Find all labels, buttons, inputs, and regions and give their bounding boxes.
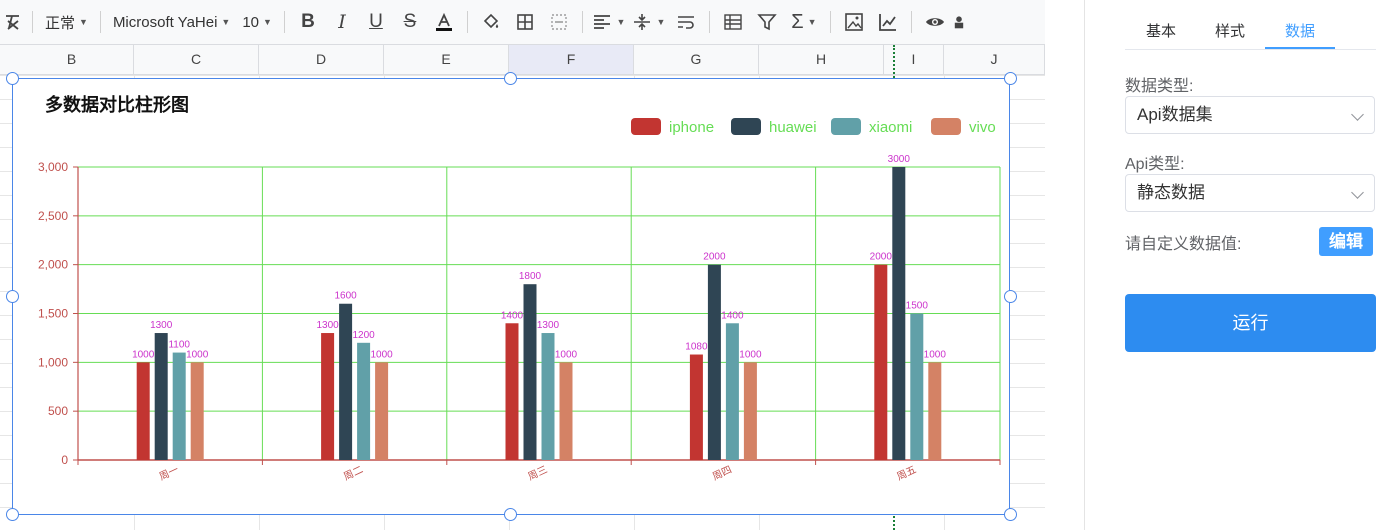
chevron-down-icon [1351,186,1364,199]
bar-iphone [136,362,150,460]
chevron-down-icon [1351,108,1364,121]
data-label: 1300 [316,320,339,331]
bar-huawei [339,303,353,460]
data-type-label: 数据类型: [1125,78,1194,95]
y-tick-label: 3,000 [38,160,68,174]
y-tick-label: 2,000 [38,258,68,272]
data-type-select[interactable]: Api数据集 [1125,96,1375,134]
legend-swatch-huawei [731,118,761,135]
data-label: 1000 [555,349,578,360]
data-label: 1400 [501,310,524,321]
data-type-value: Api数据集 [1137,105,1213,124]
legend-swatch-xiaomi [831,118,861,135]
resize-handle[interactable] [504,508,517,521]
data-label: 1800 [519,271,542,282]
data-label: 1600 [334,291,357,302]
resize-handle[interactable] [1004,72,1017,85]
data-label: 2000 [870,252,893,263]
resize-handle[interactable] [1004,508,1017,521]
data-label: 1000 [186,349,209,360]
data-label: 1000 [924,349,947,360]
legend-label-iphone: iphone [669,119,714,136]
resize-handle[interactable] [1004,290,1017,303]
x-tick-label: 周四 [711,464,734,483]
data-label: 1000 [739,349,762,360]
tab-style[interactable]: 样式 [1215,20,1245,41]
bar-xiaomi [541,333,555,460]
panel-tabs: 基本 样式 数据 [1125,10,1376,50]
legend-swatch-iphone [631,118,661,135]
bar-vivo [928,362,942,460]
y-tick-label: 1,500 [38,307,68,321]
bar-vivo [559,362,573,460]
api-type-select[interactable]: 静态数据 [1125,174,1375,212]
legend-label-xiaomi: xiaomi [869,119,912,136]
x-tick-label: 周五 [895,464,918,483]
data-label: 1400 [721,310,744,321]
custom-data-label: 请自定义数据值: [1125,236,1242,253]
x-tick-label: 周一 [157,464,180,483]
panel-divider [1084,0,1085,530]
resize-handle[interactable] [6,72,19,85]
settings-panel: 基本 样式 数据 数据类型: Api数据集 Api类型: 静态数据 请自定义数据… [1105,0,1384,530]
bar-xiaomi [357,342,371,460]
data-label: 1000 [370,349,393,360]
x-tick-label: 周二 [342,464,365,483]
bar-xiaomi [910,313,924,460]
bar-xiaomi [725,323,739,460]
data-label: 1300 [537,320,560,331]
edit-button[interactable]: 编辑 [1319,227,1373,256]
bar-huawei [892,167,906,460]
bar-vivo [743,362,757,460]
data-label: 3000 [888,154,911,165]
data-label: 1080 [685,342,708,353]
bar-chart[interactable]: 05001,0001,5002,0002,5003,00010001300110… [0,0,1045,530]
resize-handle[interactable] [6,508,19,521]
resize-handle[interactable] [504,72,517,85]
run-button[interactable]: 运行 [1125,294,1376,352]
legend-swatch-vivo [931,118,961,135]
bar-vivo [190,362,204,460]
bar-huawei [154,333,168,460]
y-tick-label: 2,500 [38,209,68,223]
y-tick-label: 0 [61,453,68,467]
data-label: 1200 [352,330,375,341]
bar-xiaomi [172,352,186,460]
legend-label-vivo: vivo [969,119,996,136]
api-type-label: Api类型: [1125,156,1185,173]
bar-iphone [505,323,519,460]
legend-label-huawei: huawei [769,119,817,136]
active-tab-indicator [1265,47,1335,49]
y-tick-label: 500 [48,404,68,418]
api-type-value: 静态数据 [1137,183,1205,202]
resize-handle[interactable] [6,290,19,303]
bar-vivo [375,362,389,460]
tab-basic[interactable]: 基本 [1146,20,1176,41]
tab-data[interactable]: 数据 [1285,20,1315,41]
bar-iphone [321,333,335,460]
bar-huawei [707,264,721,460]
y-tick-label: 1,000 [38,355,68,369]
bar-huawei [523,284,537,460]
data-label: 1500 [906,301,929,312]
bar-iphone [874,264,888,460]
x-tick-label: 周三 [526,464,549,483]
data-label: 1000 [132,349,155,360]
data-label: 1300 [150,320,173,331]
bar-iphone [689,354,703,460]
data-label: 2000 [703,252,726,263]
